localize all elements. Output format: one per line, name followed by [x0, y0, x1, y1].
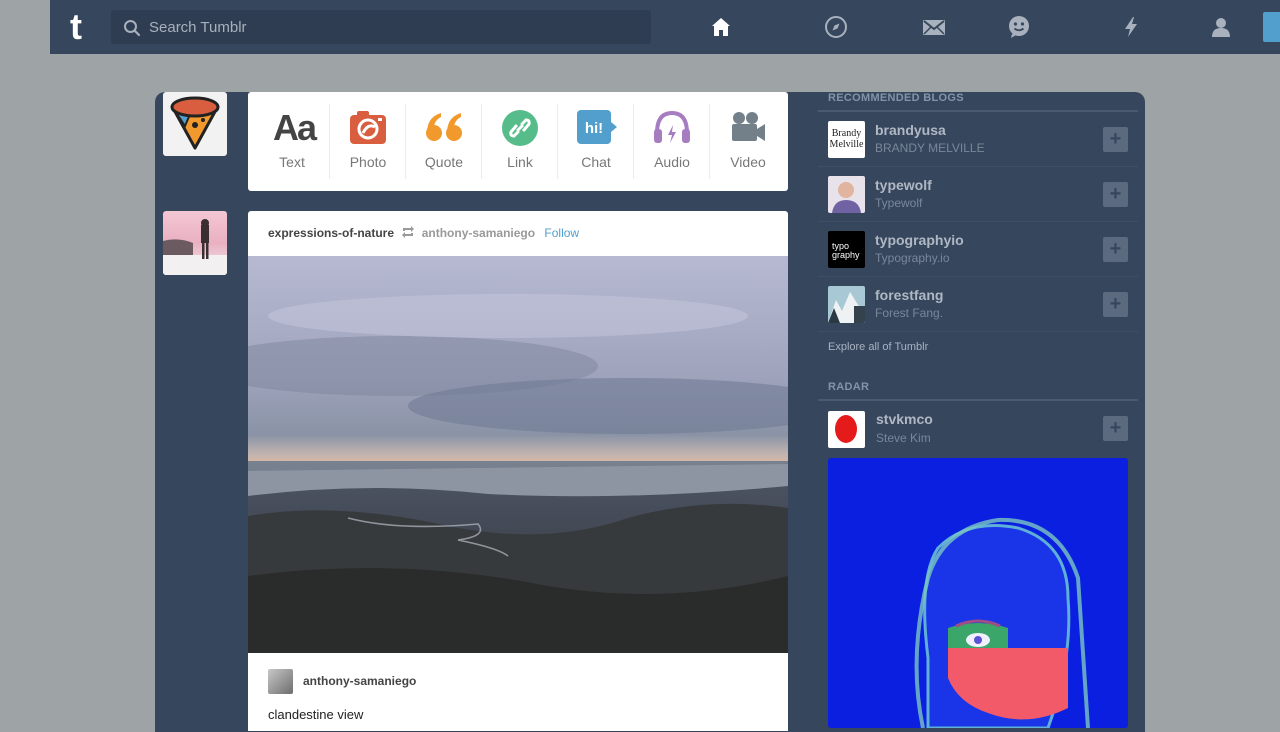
quote-post-button[interactable]: Quote: [406, 92, 482, 191]
radar-post-image[interactable]: [828, 458, 1128, 728]
follow-plus-button[interactable]: +: [1103, 237, 1128, 262]
radar-blog-item[interactable]: stvkmco Steve Kim +: [818, 401, 1138, 456]
reblogged-from-link[interactable]: anthony-samaniego: [422, 226, 535, 240]
activity-icon[interactable]: [1119, 15, 1143, 39]
post-photo[interactable]: [248, 256, 788, 653]
link-post-button[interactable]: Link: [482, 92, 558, 191]
blog-name[interactable]: typewolf: [875, 177, 932, 193]
post-header: expressions-of-nature anthony-samaniego …: [268, 226, 579, 240]
post-blog-link[interactable]: expressions-of-nature: [268, 226, 394, 240]
headphones-icon: [653, 109, 691, 147]
explore-icon[interactable]: [824, 15, 848, 39]
recommended-blog-item[interactable]: forestfang Forest Fang. +: [818, 277, 1138, 332]
text-post-button[interactable]: Aa Text: [254, 92, 330, 191]
video-post-label: Video: [730, 154, 766, 170]
source-blog-link[interactable]: anthony-samaniego: [303, 674, 416, 688]
radar-heading: RADAR: [818, 376, 1138, 401]
follow-plus-button[interactable]: +: [1103, 127, 1128, 152]
blog-name[interactable]: typographyio: [875, 232, 964, 248]
search-input[interactable]: [149, 10, 639, 44]
messaging-icon[interactable]: [1007, 15, 1031, 39]
follow-plus-button[interactable]: +: [1103, 292, 1128, 317]
blog-thumbnail: Brandy Melville: [828, 121, 865, 158]
radar-blog-title: Steve Kim: [876, 431, 931, 445]
recommended-blog-item[interactable]: typo graphy typographyio Typography.io +: [818, 222, 1138, 277]
link-icon: [501, 109, 539, 147]
chat-post-label: Chat: [581, 154, 611, 170]
search-box[interactable]: [111, 10, 651, 44]
blog-thumbnail: typo graphy: [828, 231, 865, 268]
video-post-button[interactable]: Video: [710, 92, 786, 191]
video-camera-icon: [729, 109, 767, 147]
source-avatar[interactable]: [268, 669, 293, 694]
sidebar: RECOMMENDED BLOGS Brandy Melville brandy…: [818, 87, 1138, 456]
recommended-blog-item[interactable]: Brandy Melville brandyusa BRANDY MELVILL…: [818, 112, 1138, 167]
blog-name[interactable]: forestfang: [875, 287, 943, 303]
chat-post-button[interactable]: hi! Chat: [558, 92, 634, 191]
blog-name[interactable]: brandyusa: [875, 122, 946, 138]
audio-post-label: Audio: [654, 154, 690, 170]
blog-title: Typewolf: [875, 196, 923, 210]
follow-link[interactable]: Follow: [544, 226, 579, 240]
blog-thumbnail: [828, 176, 865, 213]
search-icon: [124, 20, 141, 37]
chat-icon: hi!: [577, 109, 617, 147]
reblog-icon: [402, 226, 415, 238]
quote-icon: [425, 109, 463, 147]
inbox-icon[interactable]: [922, 15, 946, 39]
post-author-avatar[interactable]: [163, 211, 227, 275]
radar-blog-thumbnail: [828, 411, 865, 448]
svg-text:hi!: hi!: [585, 120, 603, 137]
blog-title: Forest Fang.: [875, 306, 944, 320]
radar-blog-name[interactable]: stvkmco: [876, 411, 933, 427]
home-icon[interactable]: [709, 15, 733, 39]
photo-post-label: Photo: [349, 154, 387, 170]
blog-thumbnail: [828, 286, 865, 323]
compose-button[interactable]: [1263, 12, 1280, 42]
photo-post-button[interactable]: Photo: [330, 92, 406, 191]
text-post-label: Text: [279, 154, 305, 170]
recommended-blogs-heading: RECOMMENDED BLOGS: [818, 87, 1138, 112]
camera-icon: [349, 109, 387, 147]
top-navigation-bar: t: [50, 0, 1280, 54]
user-avatar[interactable]: [163, 92, 227, 156]
tumblr-logo[interactable]: t: [70, 9, 94, 45]
link-post-label: Link: [507, 154, 533, 170]
text-icon: Aa: [273, 107, 317, 148]
blog-title: BRANDY MELVILLE: [875, 141, 985, 155]
follow-plus-button[interactable]: +: [1103, 416, 1128, 441]
post-type-composer: Aa Text Photo Quote Link hi! Chat Audio …: [248, 92, 788, 191]
author-photo: [163, 211, 227, 275]
audio-post-button[interactable]: Audio: [634, 92, 710, 191]
blog-title: Typography.io: [875, 251, 950, 265]
quote-post-label: Quote: [424, 154, 464, 170]
cone-avatar-icon: [170, 96, 220, 150]
explore-all-link[interactable]: Explore all of Tumblr: [818, 332, 1138, 362]
follow-plus-button[interactable]: +: [1103, 182, 1128, 207]
recommended-blog-item[interactable]: typewolf Typewolf +: [818, 167, 1138, 222]
account-icon[interactable]: [1209, 15, 1233, 39]
post-card: expressions-of-nature anthony-samaniego …: [248, 211, 788, 731]
